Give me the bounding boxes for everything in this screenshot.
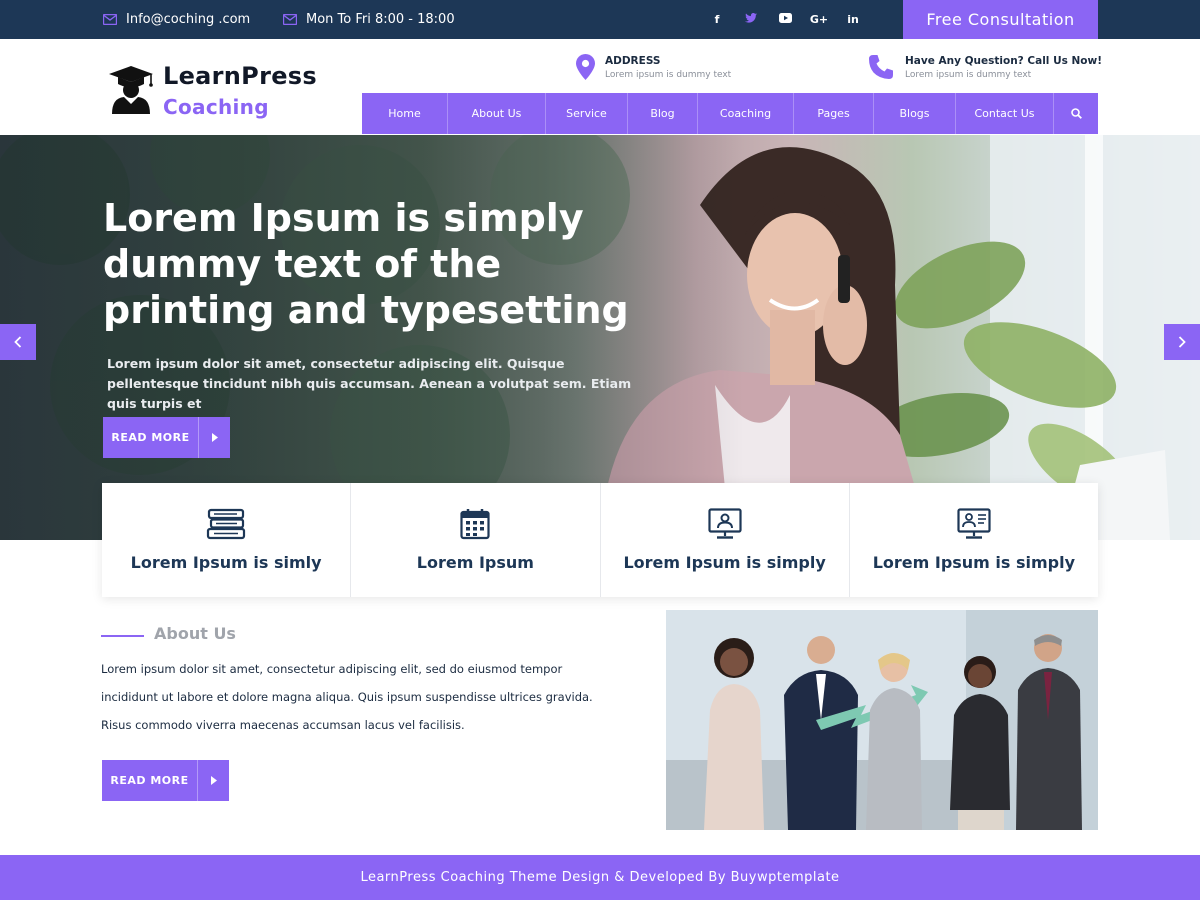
monitor-user-icon (708, 508, 742, 539)
feature-title: Lorem Ipsum is simly (130, 553, 322, 572)
nav-item-blog[interactable]: Blog (628, 93, 698, 134)
social-links: f G+ in (700, 0, 870, 39)
logo-subtitle: Coaching (163, 95, 269, 119)
main-nav: Home About Us Service Blog Coaching Page… (362, 93, 1098, 134)
about-read-more-label: READ MORE (110, 774, 189, 787)
nav-item-home[interactable]: Home (362, 93, 448, 134)
video-call-icon (957, 508, 991, 539)
phone-text: Lorem ipsum is dummy text (905, 70, 1032, 80)
hero-read-more-button[interactable]: READ MORE (103, 417, 230, 458)
address-text: Lorem ipsum is dummy text (605, 70, 732, 80)
envelope-icon (283, 14, 297, 25)
google-plus-icon[interactable]: G+ (802, 13, 836, 26)
feature-title: Lorem Ipsum is simply (872, 553, 1076, 572)
search-icon (1070, 108, 1082, 119)
free-consultation-button[interactable]: Free Consultation (903, 0, 1098, 39)
footer-credit: LearnPress Coaching Theme Design & Devel… (360, 870, 840, 885)
slider-prev-button[interactable] (0, 324, 36, 360)
nav-item-contact-us[interactable]: Contact Us (956, 93, 1054, 134)
hero-slider: Lorem Ipsum is simply dummy text of the … (0, 135, 1200, 540)
top-hours-text: Mon To Fri 8:00 - 18:00 (306, 12, 455, 27)
top-hours: Mon To Fri 8:00 - 18:00 (283, 0, 455, 39)
about-team-image (666, 610, 1098, 830)
nav-item-coaching[interactable]: Coaching (698, 93, 794, 134)
map-pin-icon (576, 54, 595, 80)
chevron-left-icon (14, 336, 22, 348)
phone-icon (869, 55, 893, 79)
logo-title: LearnPress (163, 62, 317, 90)
nav-item-blogs[interactable]: Blogs (874, 93, 956, 134)
slider-next-button[interactable] (1164, 324, 1200, 360)
feature-card[interactable]: Lorem Ipsum is simly (102, 483, 352, 597)
caret-right-icon (197, 760, 229, 801)
feature-cards: Lorem Ipsum is simly Lorem Ipsum Lorem I… (102, 483, 1098, 597)
address-title: ADDRESS (605, 55, 661, 67)
about-text: Lorem ipsum dolor sit amet, consectetur … (101, 662, 593, 732)
chevron-right-icon (1178, 336, 1186, 348)
facebook-icon[interactable]: f (700, 13, 734, 26)
top-email-text: Info@coching .com (126, 12, 251, 27)
phone-title: Have Any Question? Call Us Now! (905, 55, 1102, 67)
graduate-icon (109, 66, 153, 114)
linkedin-icon[interactable]: in (836, 13, 870, 26)
about-read-more-button[interactable]: READ MORE (102, 760, 229, 801)
hero-read-more-label: READ MORE (111, 431, 190, 444)
site-logo[interactable]: LearnPress Coaching (108, 62, 328, 122)
feature-card[interactable]: Lorem Ipsum is simply (850, 483, 1098, 597)
feature-title: Lorem Ipsum is simply (623, 553, 826, 572)
top-bar: Info@coching .com Mon To Fri 8:00 - 18:0… (0, 0, 1200, 39)
nav-item-about-us[interactable]: About Us (448, 93, 546, 134)
youtube-icon[interactable] (768, 13, 802, 26)
feature-card[interactable]: Lorem Ipsum is simply (601, 483, 850, 597)
nav-item-pages[interactable]: Pages (794, 93, 874, 134)
top-email[interactable]: Info@coching .com (103, 0, 250, 39)
caret-right-icon (198, 417, 230, 458)
about-heading-line (101, 635, 144, 637)
hero-text: Lorem ipsum dolor sit amet, consectetur … (107, 356, 632, 411)
nav-item-service[interactable]: Service (546, 93, 628, 134)
nav-search[interactable] (1054, 93, 1098, 134)
feature-card[interactable]: Lorem Ipsum (351, 483, 601, 597)
feature-title: Lorem Ipsum (416, 553, 534, 572)
about-heading: About Us (154, 624, 236, 643)
hero-title: Lorem Ipsum is simply dummy text of the … (103, 196, 629, 332)
calendar-icon (460, 509, 490, 540)
envelope-icon (103, 14, 117, 25)
twitter-icon[interactable] (734, 13, 768, 26)
footer: LearnPress Coaching Theme Design & Devel… (0, 855, 1200, 900)
books-icon (207, 508, 246, 540)
